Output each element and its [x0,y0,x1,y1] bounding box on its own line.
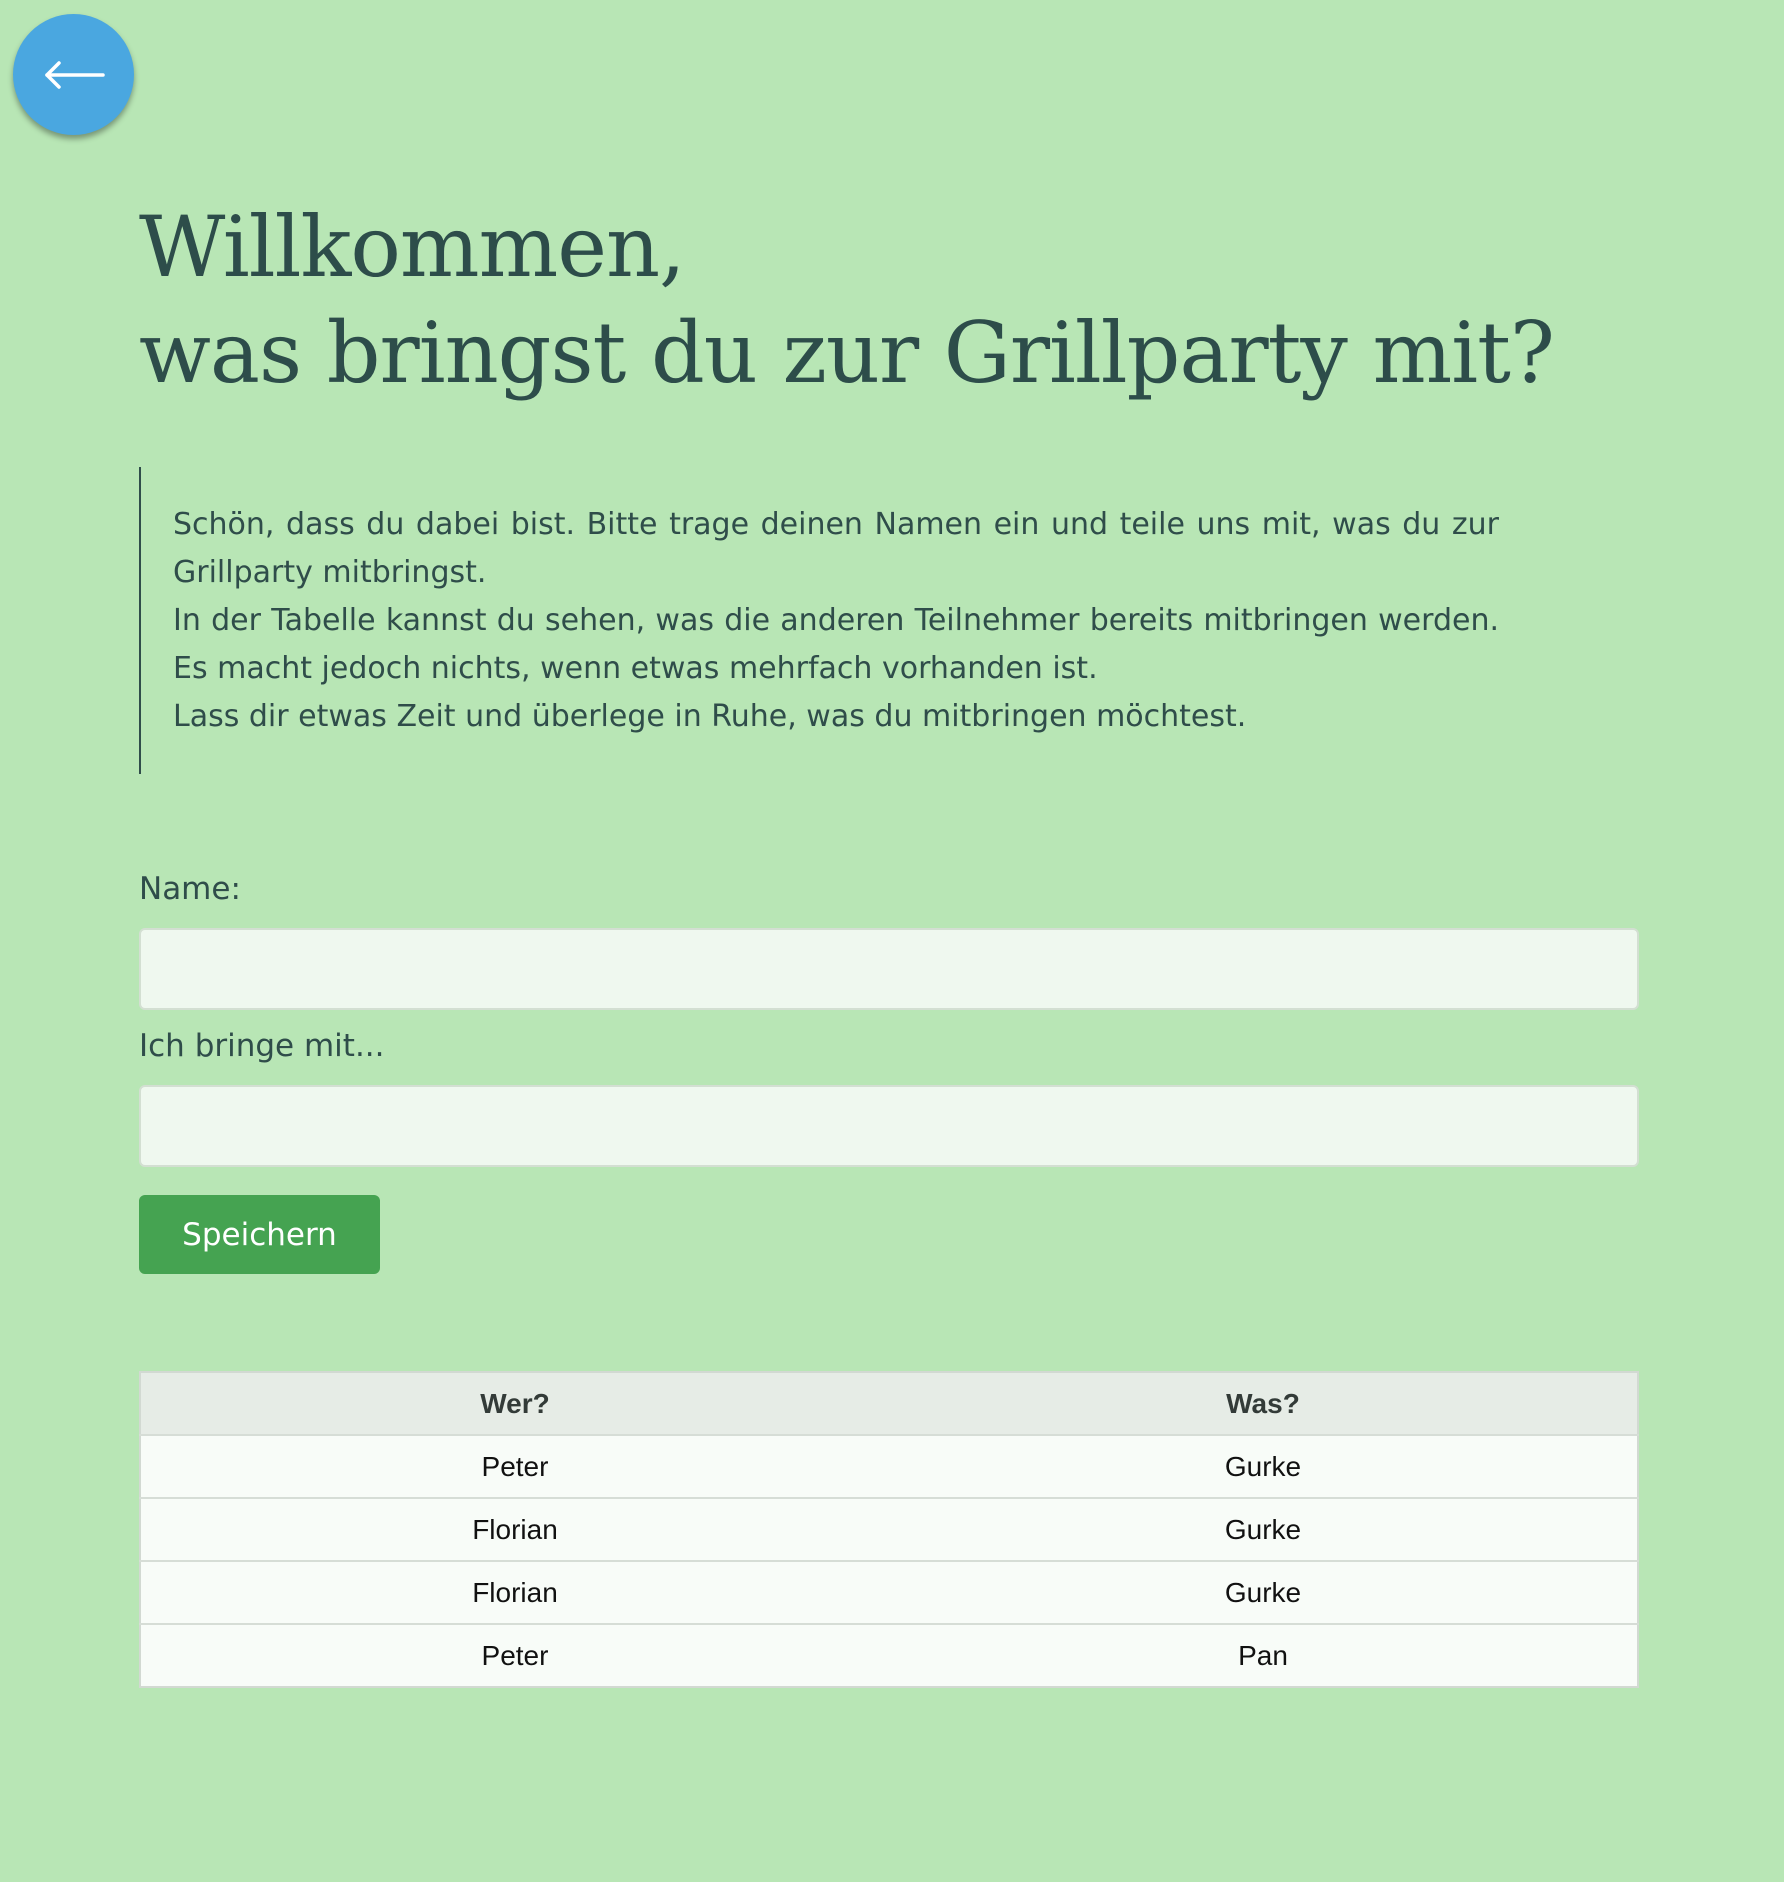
cell-who: Peter [140,1624,889,1687]
contributions-table: Wer? Was? Peter Gurke Florian Gurke Flor… [139,1371,1639,1688]
table-row: Peter Pan [140,1624,1638,1687]
table-row: Peter Gurke [140,1435,1638,1499]
back-button[interactable] [13,14,134,135]
table-row: Florian Gurke [140,1561,1638,1625]
name-label: Name: [139,871,241,907]
cell-what: Gurke [889,1435,1638,1499]
column-header-what: Was? [889,1372,1638,1436]
cell-what: Pan [889,1624,1638,1687]
cell-what: Gurke [889,1561,1638,1625]
table-header-row: Wer? Was? [140,1372,1638,1436]
intro-paragraph-1: Schön, dass du dabei bist. Bitte trage d… [173,507,1499,590]
intro-paragraph-2: In der Tabelle kannst du sehen, was die … [173,603,1499,686]
intro-paragraph-3: Lass dir etwas Zeit und überlege in Ruhe… [173,699,1247,734]
name-input[interactable] [139,928,1639,1010]
column-header-who: Wer? [140,1372,889,1436]
item-input[interactable] [139,1085,1639,1167]
intro-blockquote: Schön, dass du dabei bist. Bitte trage d… [139,467,1499,774]
table-row: Florian Gurke [140,1498,1638,1562]
item-label: Ich bringe mit... [139,1028,385,1064]
cell-who: Florian [140,1498,889,1562]
cell-who: Peter [140,1435,889,1499]
cell-who: Florian [140,1561,889,1625]
left-arrow-icon [44,60,105,89]
page-title: Willkommen, was bringst du zur Grillpart… [139,194,1555,406]
page-title-line-2: was bringst du zur Grillparty mit? [139,304,1555,402]
save-button[interactable]: Speichern [139,1195,380,1274]
cell-what: Gurke [889,1498,1638,1562]
page-title-line-1: Willkommen, [139,198,686,296]
